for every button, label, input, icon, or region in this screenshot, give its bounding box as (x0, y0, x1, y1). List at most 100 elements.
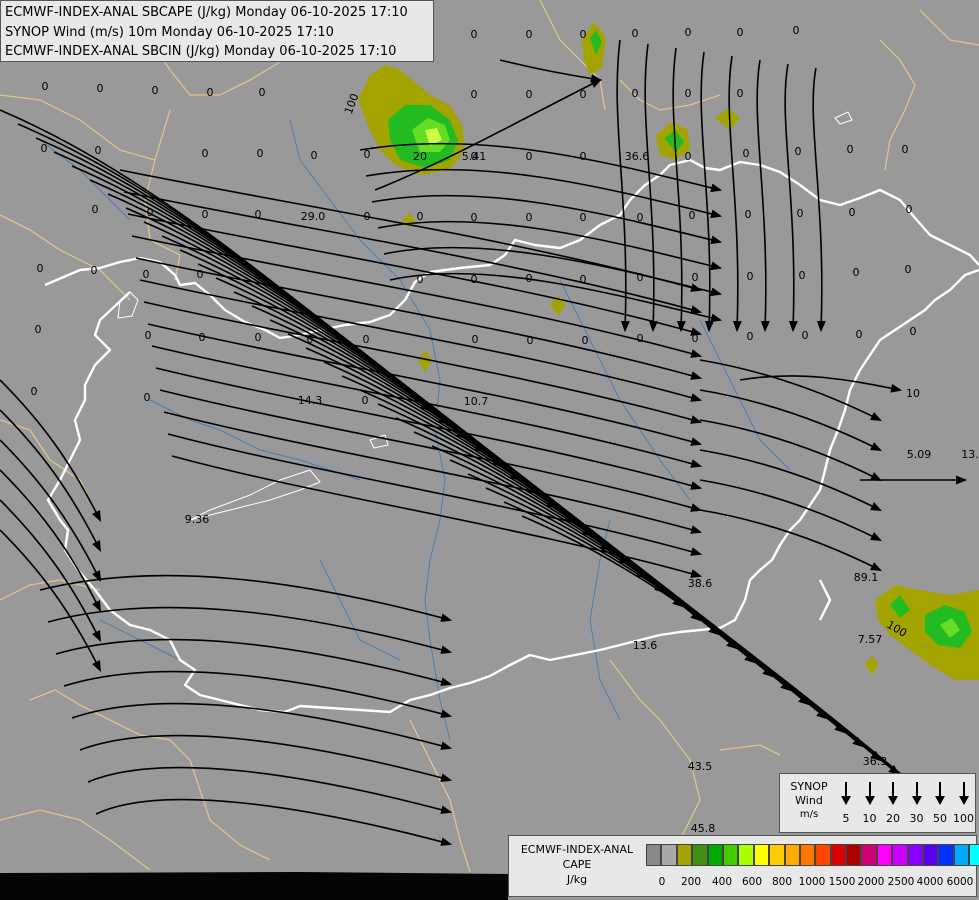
cape-legend-title-line-1: ECMWF-INDEX-ANAL (520, 843, 634, 856)
map-value-label: 0 (689, 209, 696, 222)
weather-map[interactable]: 0 0 0 0 0 0 0 0 0 0 0 0 0 0 0 0 0 0 0 0 0 0 0 0 0 0 0 0 0 0 0 0 0 0 0 0 0 0 0 0… (0, 0, 979, 900)
cape-legend-title-line-3: J/kg (566, 873, 588, 886)
synop-arrow-icon (881, 782, 905, 810)
map-value-label: 0 (910, 325, 917, 338)
map-value-label: 0 (417, 273, 424, 286)
map-value-label: 0 (259, 86, 266, 99)
map-value-label: 0 (95, 144, 102, 157)
map-value-label: 36.6 (625, 150, 650, 163)
map-value-label: 0 (147, 206, 154, 219)
title-line-3: ECMWF-INDEX-ANAL SBCIN (J/kg) Monday 06-… (5, 44, 397, 59)
map-value-label: 0 (207, 86, 214, 99)
map-value-label: 0 (255, 208, 262, 221)
out-of-domain-strip (0, 872, 508, 900)
cape-color-legend: ECMWF-INDEX-ANAL CAPE J/kg 0 200 400 600 800… (508, 835, 979, 897)
synop-speed-value: 100 (953, 812, 974, 825)
map-value-label: 0 (257, 147, 264, 160)
cape-color-swatch (846, 844, 862, 866)
map-value-label: 43.5 (688, 760, 713, 773)
map-value-label: 0 (471, 88, 478, 101)
cape-tick-label: 800 (771, 876, 793, 888)
cape-tick-label: 600 (741, 876, 763, 888)
map-value-label: 0 (526, 28, 533, 41)
cape-tick-label: 400 (711, 876, 733, 888)
cape-color-swatch (692, 844, 708, 866)
map-value-label: 0 (199, 331, 206, 344)
map-value-label: 0 (793, 24, 800, 37)
map-value-label: 0 (902, 143, 909, 156)
map-value-label: 0 (144, 391, 151, 404)
map-value-label: 0 (31, 385, 38, 398)
map-value-label: 0 (802, 329, 809, 342)
cape-color-swatch (969, 844, 979, 866)
map-value-label: 0 (526, 150, 533, 163)
map-title-box: ECMWF-INDEX-ANAL SBCAPE (J/kg) Monday 06… (0, 0, 434, 62)
map-value-label: 0 (364, 210, 371, 223)
map-value-label: 10.7 (464, 395, 489, 408)
map-value-label: 0 (632, 87, 639, 100)
map-value-label: 0 (685, 26, 692, 39)
map-value-label: 0 (526, 211, 533, 224)
map-value-label: 0 (143, 268, 150, 281)
map-value-label: 0 (364, 148, 371, 161)
cape-color-swatch (784, 844, 800, 866)
map-value-label: 0 (582, 334, 589, 347)
cape-tick-label: 1000 (798, 876, 826, 888)
cape-tick-label: 4000 (916, 876, 944, 888)
cape-tick-label: 1500 (828, 876, 856, 888)
title-line-1: ECMWF-INDEX-ANAL SBCAPE (J/kg) Monday 06… (5, 5, 408, 20)
map-value-label: 0 (692, 332, 699, 345)
cape-color-swatch (923, 844, 939, 866)
synop-speed-value: 30 (909, 812, 924, 825)
cape-tick-label: 6000 (946, 876, 974, 888)
cape-color-swatch (938, 844, 954, 866)
cape-color-swatch (892, 844, 908, 866)
map-value-label: 0 (471, 273, 478, 286)
map-value-label: 13.6 (633, 639, 658, 652)
map-value-label: 0 (743, 147, 750, 160)
synop-speed-value: 50 (933, 812, 947, 825)
map-value-label: 0 (637, 271, 644, 284)
cape-color-swatch (661, 844, 677, 866)
map-value-label: 0 (747, 330, 754, 343)
map-value-label: 0 (97, 82, 104, 95)
map-value-label: 7.57 (858, 633, 883, 646)
synop-speed-value: 5 (842, 812, 850, 825)
map-value-label: 0 (637, 332, 644, 345)
map-value-label: 0 (362, 394, 369, 407)
cape-color-swatch (815, 844, 831, 866)
map-value-label: 0 (685, 150, 692, 163)
map-value-label: 0 (906, 203, 913, 216)
map-value-label: 0 (42, 80, 49, 93)
map-value-label: 0 (797, 207, 804, 220)
cape-color-swatch (646, 844, 662, 866)
map-value-label: 0 (417, 210, 424, 223)
synop-arrow-icon (834, 782, 858, 810)
synop-arrow-icon (858, 782, 882, 810)
cape-color-swatch (861, 844, 877, 866)
map-value-label: 0 (255, 331, 262, 344)
map-value-label: 0 (197, 268, 204, 281)
map-value-label: 0 (856, 328, 863, 341)
title-line-2: SYNOP Wind (m/s) 10m Monday 06-10-2025 1… (5, 24, 334, 40)
cape-color-swatch (722, 844, 739, 866)
map-value-label: 0 (35, 323, 42, 336)
map-value-label: 0 (311, 149, 318, 162)
map-value-label: 5.41 (462, 150, 487, 163)
map-value-label: 38.6 (688, 577, 713, 590)
map-value-label: 0 (580, 211, 587, 224)
map-value-label: 36.3 (863, 755, 888, 768)
synop-legend-title-line-1: SYNOP (790, 780, 828, 793)
cape-legend-title-line-2: CAPE (562, 858, 592, 871)
map-value-label: 0 (580, 273, 587, 286)
map-value-label: 0 (747, 270, 754, 283)
map-value-label: 0 (580, 28, 587, 41)
map-value-label: 0 (145, 329, 152, 342)
synop-speed-value: 20 (886, 812, 900, 825)
map-value-label: 0 (363, 333, 370, 346)
map-value-label: 0 (685, 87, 692, 100)
synop-arrow-icon (905, 782, 929, 810)
map-value-label: 0 (526, 88, 533, 101)
map-value-label: 0 (202, 208, 209, 221)
cape-color-swatch (753, 844, 770, 866)
